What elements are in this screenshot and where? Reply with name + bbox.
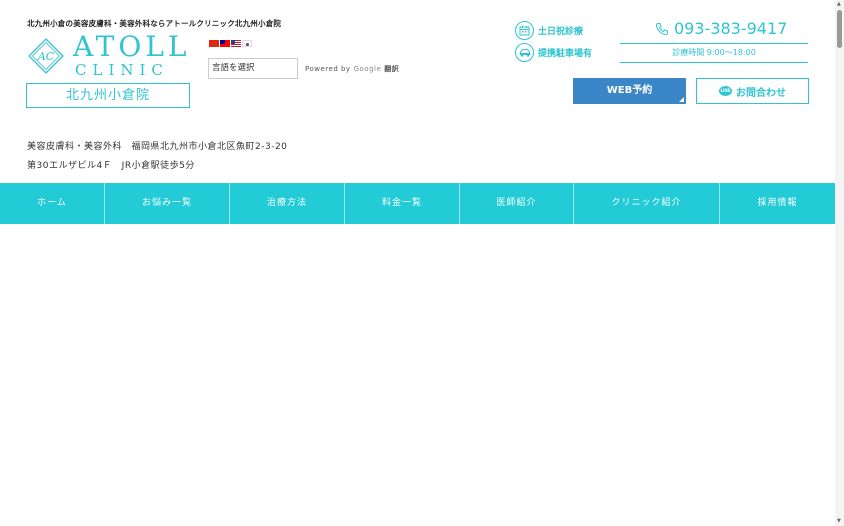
flag-us-icon[interactable] — [231, 40, 241, 47]
phone-number: 093-383-9417 — [674, 19, 788, 38]
scroll-down-arrow-icon[interactable]: ▼ — [837, 518, 841, 524]
translate-label: 翻訳 — [384, 65, 400, 73]
contact-button[interactable]: LINE お問合わせ — [696, 78, 809, 104]
web-reserve-button[interactable]: WEB予約 — [573, 78, 686, 104]
nav-item-recruit[interactable]: 採用情報 — [720, 183, 835, 224]
nav-item-pricing[interactable]: 料金一覧 — [345, 183, 460, 224]
branch-name: 北九州小倉院 — [26, 83, 190, 108]
nav-item-clinic[interactable]: クリニック紹介 — [574, 183, 720, 224]
language-select[interactable]: 言語を選択 — [208, 58, 298, 79]
address-line-2: 第30エルザビル4Ｆ JR小倉駅徒歩5分 — [27, 161, 195, 171]
nav-item-concerns[interactable]: お悩み一覧 — [105, 183, 230, 224]
clinic-hours: 診療時間 9:00〜18:00 — [620, 43, 808, 63]
logo-word: ATOLL — [73, 30, 191, 63]
google-translate-credit[interactable]: Powered by Google 翻訳 — [305, 64, 399, 74]
phone-link[interactable]: 093-383-9417 — [655, 19, 787, 38]
powered-by-text: Powered by — [305, 65, 351, 73]
scrollbar-thumb[interactable] — [837, 10, 842, 48]
calendar-icon — [515, 21, 534, 40]
parking-text: 提携駐車場有 — [538, 49, 593, 59]
google-logo: Google — [353, 65, 382, 73]
weekend-text: 土日祝診療 — [538, 27, 584, 37]
line-chat-icon: LINE — [719, 86, 732, 96]
flag-kr-icon[interactable] — [242, 40, 252, 47]
flag-cn-icon[interactable] — [209, 40, 219, 47]
nav-item-home[interactable]: ホーム — [0, 183, 105, 224]
page-scrollbar[interactable]: ▲ ▼ — [835, 0, 844, 526]
logo-sub: CLINIC — [75, 61, 169, 79]
nav-item-doctors[interactable]: 医師紹介 — [460, 183, 574, 224]
contact-label: お問合わせ — [736, 87, 786, 99]
phone-icon — [655, 22, 668, 35]
language-flags — [209, 40, 252, 47]
logo-mark-text: AC — [37, 50, 55, 63]
flag-tw-icon[interactable] — [220, 40, 230, 47]
nav-item-treatments[interactable]: 治療方法 — [230, 183, 345, 224]
main-nav: ホーム お悩み一覧 治療方法 料金一覧 医師紹介 クリニック紹介 採用情報 — [0, 183, 835, 224]
site-tagline: 北九州小倉の美容皮膚科・美容外科ならアトールクリニック北九州小倉院 — [27, 19, 282, 28]
weekend-badge: 土日祝診療 — [515, 21, 583, 40]
scroll-up-arrow-icon[interactable]: ▲ — [837, 1, 841, 7]
address-line-1: 美容皮膚科・美容外科 福岡県北九州市小倉北区魚町2-3-20 — [27, 142, 288, 152]
car-icon — [515, 43, 534, 62]
parking-badge: 提携駐車場有 — [515, 43, 592, 62]
logo-mark-icon: AC — [28, 38, 64, 74]
